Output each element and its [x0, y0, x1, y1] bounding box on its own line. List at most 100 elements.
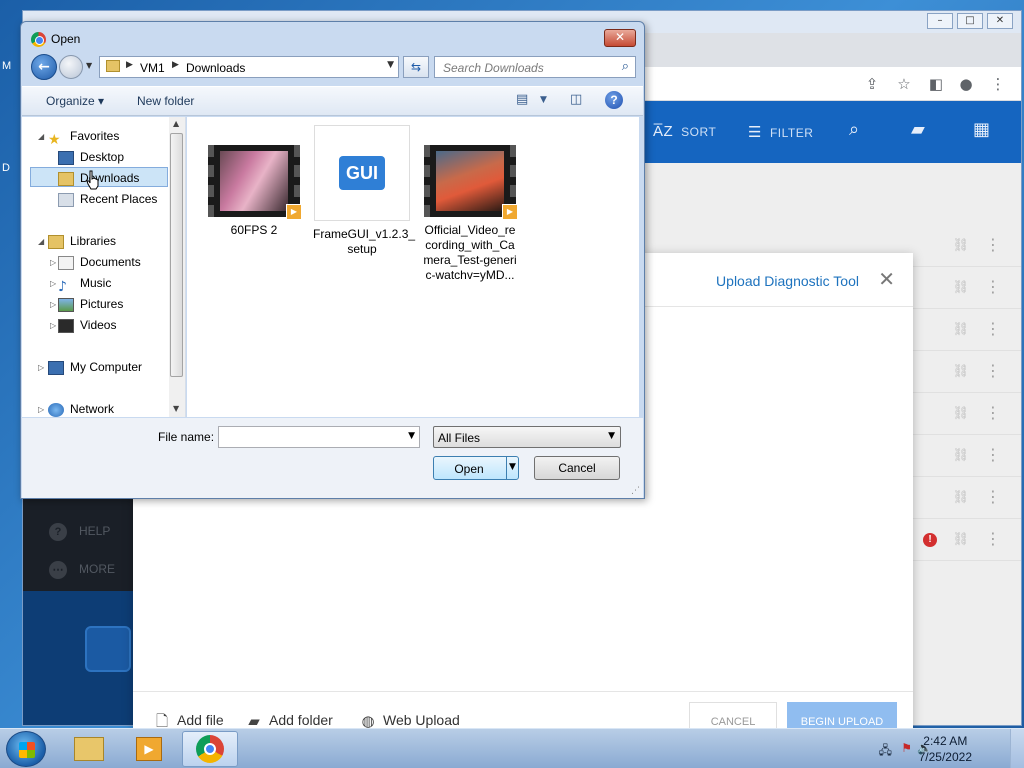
link-icon[interactable]: ⛓ — [952, 448, 969, 463]
more-options-icon[interactable]: ⋮ — [985, 319, 1001, 338]
dialog-cancel-button[interactable]: Cancel — [534, 456, 620, 480]
add-file-label: Add file — [177, 712, 224, 728]
browser-menu-icon[interactable]: ⋮ — [987, 73, 1009, 95]
address-dropdown-icon[interactable]: ▼ — [387, 60, 394, 70]
desktop-label: Desktop — [80, 150, 125, 164]
favorites-label: Favorites — [70, 129, 120, 143]
sidebar-item-more[interactable]: ⋯ MORE — [49, 561, 115, 579]
network-tray-icon[interactable]: 🖧 — [879, 741, 892, 762]
sidebar-item-help[interactable]: ? HELP — [49, 523, 110, 541]
link-icon[interactable]: ⛓ — [952, 280, 969, 295]
link-icon[interactable]: ⛓ — [952, 406, 969, 421]
grid-view-icon[interactable]: ▦ — [973, 119, 990, 140]
help-icon[interactable]: ? — [605, 91, 623, 109]
more-options-icon[interactable]: ⋮ — [985, 445, 1001, 464]
scroll-up-arrow-icon[interactable]: ▲ — [173, 119, 179, 128]
maximize-button[interactable]: □ — [957, 13, 983, 29]
organize-menu[interactable]: Organize ▾ — [46, 94, 104, 108]
expand-arrow-icon[interactable]: ▷ — [50, 258, 56, 267]
new-folder-icon[interactable]: ▰ — [911, 119, 925, 140]
link-icon[interactable]: ⛓ — [952, 532, 969, 547]
breadcrumb-downloads[interactable]: Downloads — [186, 61, 245, 75]
close-icon[interactable]: ✕ — [878, 267, 895, 291]
sort-button[interactable]: A̅Z SORT — [653, 123, 716, 140]
more-options-icon[interactable]: ⋮ — [985, 529, 1001, 548]
documents-icon — [58, 255, 74, 270]
recent-places-icon — [58, 192, 74, 207]
search-input[interactable]: Search Downloads ⌕ — [434, 56, 636, 78]
expand-arrow-icon[interactable]: ▷ — [50, 300, 56, 309]
forward-button[interactable] — [59, 55, 83, 79]
clock[interactable]: 2:42 AM 7/25/2022 — [919, 733, 972, 765]
breadcrumb-arrow-icon[interactable]: ▶ — [126, 60, 133, 70]
dialog-close-button[interactable]: ✕ — [604, 29, 636, 47]
resize-grip-icon[interactable]: ⋰ — [631, 486, 640, 496]
nav-recent-places[interactable]: Recent Places — [58, 189, 157, 209]
nav-pictures[interactable]: Pictures — [58, 294, 123, 314]
side-panel-icon[interactable]: ◧ — [925, 73, 947, 95]
taskbar-media-player[interactable]: ▶ — [122, 731, 178, 767]
collapse-arrow-icon[interactable]: ◢ — [38, 237, 44, 246]
nav-favorites[interactable]: ★ Favorites — [48, 126, 120, 148]
nav-documents[interactable]: Documents — [58, 252, 141, 272]
nav-libraries[interactable]: Libraries — [48, 231, 116, 251]
link-icon[interactable]: ⛓ — [952, 364, 969, 379]
taskbar-explorer[interactable] — [62, 731, 118, 767]
nav-my-computer[interactable]: My Computer — [48, 357, 142, 377]
open-button[interactable]: Open ▼ — [433, 456, 519, 480]
scrollbar-thumb[interactable] — [170, 133, 183, 377]
start-button[interactable] — [6, 731, 46, 767]
dialog-bottom-panel: File name: ▼ All Files ▼ Open ▼ Cancel ⋰ — [22, 418, 643, 498]
file-name-line: setup — [347, 242, 377, 256]
more-options-icon[interactable]: ⋮ — [985, 403, 1001, 422]
file-item-framegui-setup[interactable]: GUI FrameGUI_v1.2.3_ setup — [313, 125, 415, 257]
taskbar-chrome[interactable] — [182, 731, 238, 767]
expand-arrow-icon[interactable]: ▷ — [38, 363, 44, 372]
more-options-icon[interactable]: ⋮ — [985, 361, 1001, 380]
music-icon: ♪ — [58, 278, 67, 295]
file-name-dropdown-icon[interactable]: ▼ — [408, 431, 415, 441]
documents-label: Documents — [80, 255, 141, 269]
vault-icon — [85, 626, 131, 672]
show-desktop-button[interactable] — [1010, 729, 1024, 768]
link-icon[interactable]: ⛓ — [952, 322, 969, 337]
nav-desktop[interactable]: Desktop — [58, 147, 124, 167]
more-options-icon[interactable]: ⋮ — [985, 487, 1001, 506]
address-bar[interactable]: ▶ VM1 ▶ Downloads ▼ — [99, 56, 399, 78]
expand-arrow-icon[interactable]: ▷ — [38, 405, 44, 414]
back-button[interactable]: ← — [31, 54, 57, 80]
profile-avatar-icon[interactable]: ● — [955, 73, 977, 95]
nav-network[interactable]: Network — [48, 399, 114, 419]
open-options-dropdown-icon[interactable]: ▼ — [509, 462, 516, 472]
expand-arrow-icon[interactable]: ▷ — [50, 279, 56, 288]
change-view-icon[interactable]: ▤ — [516, 92, 528, 107]
nav-music[interactable]: ♪ Music — [58, 273, 111, 295]
filter-button[interactable]: ☰ FILTER — [748, 123, 813, 141]
action-center-icon[interactable]: ⚑ — [901, 741, 912, 755]
breadcrumb-vm1[interactable]: VM1 — [140, 61, 165, 75]
new-folder-button[interactable]: New folder — [137, 94, 194, 108]
more-options-icon[interactable]: ⋮ — [985, 235, 1001, 254]
close-window-button[interactable]: ✕ — [987, 13, 1013, 29]
nav-scrollbar[interactable]: ▲ ▼ — [169, 117, 185, 417]
bookmark-star-icon[interactable]: ☆ — [893, 73, 915, 95]
breadcrumb-arrow-icon[interactable]: ▶ — [172, 60, 179, 70]
expand-arrow-icon[interactable]: ▷ — [50, 321, 56, 330]
file-item-official-video[interactable]: ▶ Official_Video_re cording_with_Ca mera… — [421, 145, 519, 283]
refresh-button[interactable]: ⇆ — [403, 56, 429, 78]
collapse-arrow-icon[interactable]: ◢ — [38, 132, 44, 141]
file-name-input[interactable]: ▼ — [218, 426, 420, 448]
minimize-button[interactable]: – — [927, 13, 953, 29]
file-item-60fps-2[interactable]: ▶ 60FPS 2 — [205, 145, 303, 238]
recent-locations-icon[interactable]: ▼ — [86, 61, 92, 70]
view-dropdown-icon[interactable]: ▼ — [540, 95, 547, 105]
link-icon[interactable]: ⛓ — [952, 238, 969, 253]
link-icon[interactable]: ⛓ — [952, 490, 969, 505]
more-options-icon[interactable]: ⋮ — [985, 277, 1001, 296]
search-icon[interactable]: ⌕ — [849, 119, 859, 140]
scroll-down-arrow-icon[interactable]: ▼ — [173, 404, 179, 413]
file-type-select[interactable]: All Files ▼ — [433, 426, 621, 448]
nav-videos[interactable]: Videos — [58, 315, 116, 335]
share-icon[interactable]: ⇪ — [861, 73, 883, 95]
preview-pane-icon[interactable]: ◫ — [570, 92, 582, 107]
